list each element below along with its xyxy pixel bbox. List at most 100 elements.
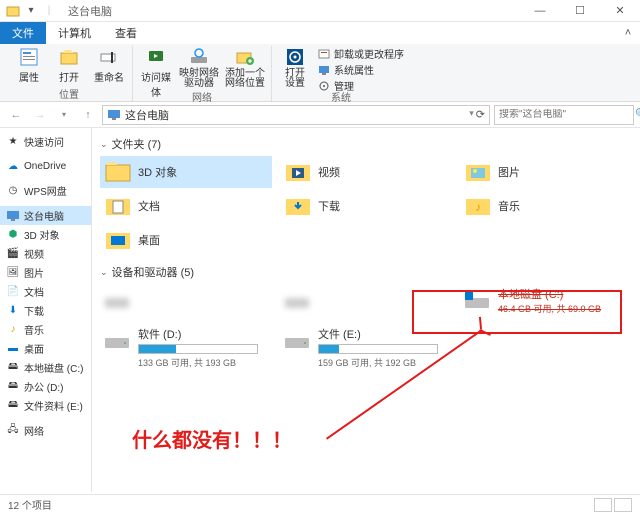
sidebar-quick-access[interactable]: ★快速访问 bbox=[0, 132, 91, 151]
uninstall-programs-button[interactable]: 卸载或更改程序 bbox=[318, 46, 404, 61]
folder-video-icon bbox=[284, 158, 312, 186]
network-icon: 🖧 bbox=[6, 424, 20, 438]
sidebar-item[interactable]: 🖴办公 (D:) bbox=[0, 377, 91, 396]
drive-name: 文件 (E:) bbox=[318, 326, 450, 342]
search-box[interactable]: 🔍 bbox=[494, 105, 634, 125]
close-button[interactable]: ✕ bbox=[600, 0, 640, 22]
group-location-label: 位置 bbox=[59, 86, 79, 101]
ribbon-group-network: 访问媒体 映射网络 驱动器 添加一个 网络位置 网络 bbox=[133, 46, 272, 101]
sidebar-item[interactable]: 📄文档 bbox=[0, 282, 91, 301]
tab-computer[interactable]: 计算机 bbox=[46, 22, 103, 44]
ribbon-group-location: 属性 打开 重命名 位置 bbox=[6, 46, 133, 101]
group-system-label: 系统 bbox=[331, 89, 351, 104]
folder-documents-icon bbox=[104, 192, 132, 220]
sidebar-item[interactable]: 🖴本地磁盘 (C:) bbox=[0, 358, 91, 377]
address-bar[interactable]: 这台电脑 ▾ ⟳ bbox=[102, 105, 490, 125]
explorer-icon bbox=[6, 4, 20, 18]
content-pane: ⌄文件夹 (7) 3D 对象 视频 图片 文档 下载 ♪音乐 桌面 ⌄设备和驱动… bbox=[92, 128, 640, 492]
folder-item[interactable]: ♪音乐 bbox=[460, 190, 632, 222]
star-icon: ★ bbox=[6, 135, 20, 149]
sidebar-item[interactable]: ▬桌面 bbox=[0, 339, 91, 358]
sidebar-onedrive[interactable]: ☁OneDrive bbox=[0, 157, 91, 175]
sidebar-item[interactable]: ♪音乐 bbox=[0, 320, 91, 339]
drive-icon: 🖴 bbox=[6, 399, 20, 413]
system-properties-button[interactable]: 系统属性 bbox=[318, 62, 404, 77]
folder-desktop-icon bbox=[104, 226, 132, 254]
view-icons-button[interactable] bbox=[614, 498, 632, 512]
drive-icon bbox=[282, 326, 312, 356]
nav-back-button[interactable]: ← bbox=[6, 105, 26, 125]
download-icon: ⬇ bbox=[6, 304, 20, 318]
search-input[interactable] bbox=[499, 109, 631, 120]
open-button[interactable]: 打开 bbox=[52, 46, 86, 84]
folder-item[interactable]: 文档 bbox=[100, 190, 272, 222]
sidebar-item[interactable]: ⬢3D 对象 bbox=[0, 225, 91, 244]
address-dropdown-icon[interactable]: ▾ bbox=[469, 108, 474, 121]
sidebar-network[interactable]: 🖧网络 bbox=[0, 421, 91, 440]
cube-icon: ⬢ bbox=[6, 228, 20, 242]
sidebar-item[interactable]: 🖴文件资料 (E:) bbox=[0, 396, 91, 415]
properties-button[interactable]: 属性 bbox=[12, 46, 46, 84]
view-details-button[interactable] bbox=[594, 498, 612, 512]
desktop-icon: ▬ bbox=[6, 342, 20, 356]
chevron-down-icon: ⌄ bbox=[100, 139, 108, 150]
sidebar-item[interactable]: 🖼图片 bbox=[0, 263, 91, 282]
cloud-icon: ☁ bbox=[6, 159, 20, 173]
folder-downloads-icon bbox=[284, 192, 312, 220]
rename-button[interactable]: 重命名 bbox=[92, 46, 126, 84]
folder-item[interactable]: 图片 bbox=[460, 156, 632, 188]
drive-item-e[interactable]: 文件 (E:) 159 GB 可用, 共 192 GB bbox=[280, 324, 452, 371]
access-media-button[interactable]: 访问媒体 bbox=[139, 46, 173, 99]
tab-file[interactable]: 文件 bbox=[0, 22, 46, 44]
folder-3d-icon bbox=[104, 158, 132, 186]
folder-item[interactable]: 桌面 bbox=[100, 224, 272, 256]
drives-section-header[interactable]: ⌄设备和驱动器 (5) bbox=[100, 264, 632, 280]
folders-section-header[interactable]: ⌄文件夹 (7) bbox=[100, 136, 632, 152]
sidebar: ★快速访问 ☁OneDrive ◷WPS网盘 这台电脑 ⬢3D 对象 🎬视频 🖼… bbox=[0, 128, 92, 492]
sidebar-item[interactable]: ⬇下载 bbox=[0, 301, 91, 320]
drive-icon: 🖴 bbox=[6, 361, 20, 375]
drive-name: 软件 (D:) bbox=[138, 326, 270, 342]
picture-icon: 🖼 bbox=[6, 266, 20, 280]
sidebar-this-pc[interactable]: 这台电脑 bbox=[0, 206, 91, 225]
drive-icon bbox=[282, 286, 312, 316]
nav-up-button[interactable]: ↑ bbox=[78, 105, 98, 125]
pc-icon bbox=[107, 108, 121, 122]
drive-free: 46.4 GB 可用, 共 69.0 GB bbox=[498, 302, 630, 315]
open-settings-button[interactable]: 打开 设置 bbox=[278, 46, 312, 89]
address-crumb[interactable]: 这台电脑 bbox=[125, 107, 169, 123]
ribbon-expand-icon[interactable]: ˄ bbox=[616, 22, 640, 44]
folder-item[interactable]: 下载 bbox=[280, 190, 452, 222]
refresh-icon[interactable]: ⟳ bbox=[476, 108, 485, 121]
add-network-location-button[interactable]: 添加一个 网络位置 bbox=[225, 46, 265, 89]
drive-icon bbox=[102, 326, 132, 356]
window-title: 这台电脑 bbox=[68, 3, 112, 19]
minimize-button[interactable]: — bbox=[520, 0, 560, 22]
folder-item[interactable]: 3D 对象 bbox=[100, 156, 272, 188]
document-icon: 📄 bbox=[6, 285, 20, 299]
drive-item[interactable] bbox=[280, 284, 452, 318]
drive-free: 159 GB 可用, 共 192 GB bbox=[318, 356, 450, 369]
wps-icon: ◷ bbox=[6, 184, 20, 198]
folder-item[interactable]: 视频 bbox=[280, 156, 452, 188]
map-drive-button[interactable]: 映射网络 驱动器 bbox=[179, 46, 219, 89]
group-network-label: 网络 bbox=[192, 89, 212, 104]
status-item-count: 12 个项目 bbox=[8, 497, 52, 512]
qat-sep: | bbox=[42, 4, 56, 18]
nav-forward-button[interactable]: → bbox=[30, 105, 50, 125]
sidebar-wps[interactable]: ◷WPS网盘 bbox=[0, 181, 91, 200]
drive-usage-bar bbox=[138, 344, 258, 354]
drive-item[interactable] bbox=[100, 284, 272, 318]
sidebar-item[interactable]: 🎬视频 bbox=[0, 244, 91, 263]
nav-recent-button[interactable]: ▾ bbox=[54, 105, 74, 125]
search-icon[interactable]: 🔍 bbox=[635, 109, 640, 120]
annotation-text: 什么都没有！！！ bbox=[132, 424, 292, 453]
qat-dropdown-icon[interactable]: ▾ bbox=[24, 4, 38, 18]
chevron-down-icon: ⌄ bbox=[100, 267, 108, 278]
drive-item-d[interactable]: 软件 (D:)133 GB 可用, 共 193 GB bbox=[100, 324, 272, 371]
folder-music-icon: ♪ bbox=[464, 192, 492, 220]
ribbon-group-system: 打开 设置 卸载或更改程序 系统属性 管理 系统 bbox=[272, 46, 410, 101]
drive-item-c[interactable]: 本地磁盘 (C:)46.4 GB 可用, 共 69.0 GB bbox=[460, 284, 632, 318]
maximize-button[interactable]: ☐ bbox=[560, 0, 600, 22]
tab-view[interactable]: 查看 bbox=[103, 22, 149, 44]
